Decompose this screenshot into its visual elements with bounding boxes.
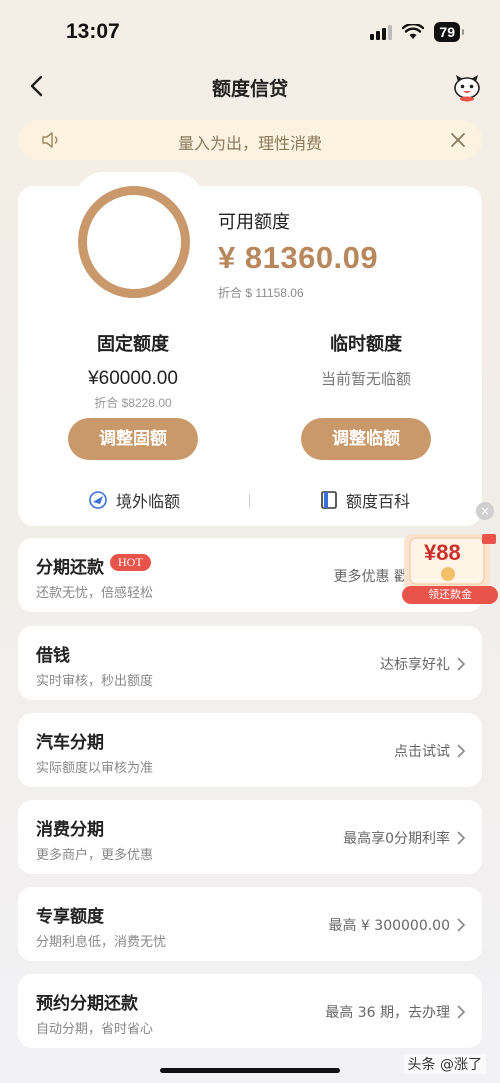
list-item-subtitle: 还款无忧，倍感轻松: [36, 586, 154, 601]
list-item-action: 更多优惠 戳: [334, 566, 408, 586]
list-item-exclusive-limit[interactable]: 专享额度 分期利息低，消费无忧 最高 ¥ 300000.00: [18, 887, 482, 961]
hot-badge: HOT: [110, 554, 151, 571]
list-item-subtitle: 实际额度以审核为准: [36, 761, 154, 776]
list-item-car-installment[interactable]: 汽车分期 实际额度以审核为准 点击试试: [18, 713, 482, 787]
list-item-title: 汽车分期: [36, 733, 104, 753]
fixed-limit-value: ¥60000.00: [88, 368, 178, 389]
cellular-signal-icon: [370, 24, 393, 40]
chevron-right-icon: [457, 657, 466, 671]
list-item-consumer-installment[interactable]: 消费分期 更多商户，更多优惠 最高享0分期利率: [18, 800, 482, 874]
list-item-action: 达标享好礼: [380, 654, 466, 674]
list-item-title: 借钱: [36, 646, 70, 666]
promo-amount: ¥88: [424, 540, 461, 565]
list-item-action-label: 达标享好礼: [380, 657, 450, 673]
book-icon: [321, 491, 337, 509]
mascot-icon[interactable]: [452, 72, 482, 102]
link-divider: [249, 494, 250, 508]
temp-limit-value: 当前暂无临额: [320, 370, 411, 388]
plane-globe-icon: [89, 491, 107, 509]
page-title: 额度信贷: [211, 78, 288, 100]
fixed-limit-title: 固定额度: [97, 334, 169, 355]
promo-button[interactable]: 领还款金: [402, 586, 498, 604]
temp-limit-section: 临时额度 当前暂无临额 调整临额: [266, 330, 466, 460]
repayment-bonus-promo[interactable]: ¥88 领还款金: [400, 530, 500, 606]
credit-usage-ring: [78, 186, 190, 298]
list-item-subtitle: 自动分期，省时省心: [36, 1022, 154, 1037]
list-item-action: 最高 ¥ 300000.00: [328, 915, 466, 935]
list-item-action: 最高享0分期利率: [343, 828, 466, 848]
overseas-temp-limit-link[interactable]: 境外临额: [88, 488, 180, 512]
list-item-action-label: 更多优惠 戳: [333, 569, 408, 585]
list-item-scheduled-installment[interactable]: 预约分期还款 自动分期，省时省心 最高 36 期，去办理: [18, 974, 482, 1048]
list-item-action: 点击试试: [394, 741, 466, 761]
limit-encyclopedia-label: 额度百科: [346, 492, 411, 511]
overseas-temp-limit-label: 境外临额: [116, 492, 181, 511]
list-item-borrow[interactable]: 借钱 实时审核，秒出额度 达标享好礼: [18, 626, 482, 700]
status-bar: 13:07 79: [0, 0, 500, 62]
list-item-action-label: 最高 ¥ 300000.00: [328, 918, 450, 934]
notice-text: 量入为出，理性消费: [177, 134, 322, 153]
home-indicator: [160, 1068, 340, 1073]
list-item-action-label: 最高 36 期，去办理: [325, 1005, 450, 1021]
adjust-temp-limit-button[interactable]: 调整临额: [301, 418, 431, 460]
fixed-limit-usd: 折合 $8228.00: [94, 396, 172, 410]
chevron-right-icon: [457, 1005, 466, 1019]
list-item-title: 消费分期: [36, 820, 104, 840]
available-limit-amount: ¥ 81360.09: [218, 240, 379, 275]
battery-indicator: 79: [434, 22, 464, 42]
limit-encyclopedia-link[interactable]: 额度百科: [320, 488, 410, 512]
chevron-right-icon: [457, 918, 466, 932]
close-icon[interactable]: [448, 130, 468, 150]
list-item-subtitle: 更多商户，更多优惠: [36, 848, 154, 863]
adjust-fixed-limit-button[interactable]: 调整固额: [68, 418, 198, 460]
status-icons: 79: [370, 22, 464, 42]
promo-close-icon[interactable]: ×: [476, 502, 494, 520]
available-limit-usd: 折合 $ 11158.06: [218, 286, 304, 300]
watermark: 头条 @涨了: [403, 1054, 486, 1074]
status-time: 13:07: [66, 20, 120, 43]
list-item-subtitle: 分期利息低，消费无忧: [36, 935, 167, 950]
list-item-subtitle: 实时审核，秒出额度: [36, 674, 154, 689]
notice-banner: 量入为出，理性消费: [18, 120, 482, 160]
list-item-action-label: 点击试试: [394, 744, 450, 760]
temp-limit-title: 临时额度: [330, 334, 402, 355]
list-item-title: 专享额度: [36, 907, 104, 927]
nav-bar: 额度信贷: [0, 62, 500, 112]
credit-limit-card: 可用额度 ¥ 81360.09 折合 $ 11158.06 固定额度 ¥6000…: [18, 172, 482, 526]
list-item-action: 最高 36 期，去办理: [325, 1002, 466, 1022]
chevron-right-icon: [457, 744, 466, 758]
chevron-right-icon: [457, 831, 466, 845]
card-links: 境外临额 额度百科: [18, 488, 482, 514]
fixed-limit-section: 固定额度 ¥60000.00 折合 $8228.00 调整固额: [33, 330, 233, 460]
list-item-action-label: 最高享0分期利率: [343, 831, 450, 847]
available-limit-label: 可用额度: [218, 212, 290, 233]
list-item-title: 预约分期还款: [36, 994, 138, 1014]
temp-limit-usd: [266, 394, 466, 410]
wifi-icon: [402, 24, 425, 39]
list-item-title: 分期还款: [36, 558, 104, 578]
